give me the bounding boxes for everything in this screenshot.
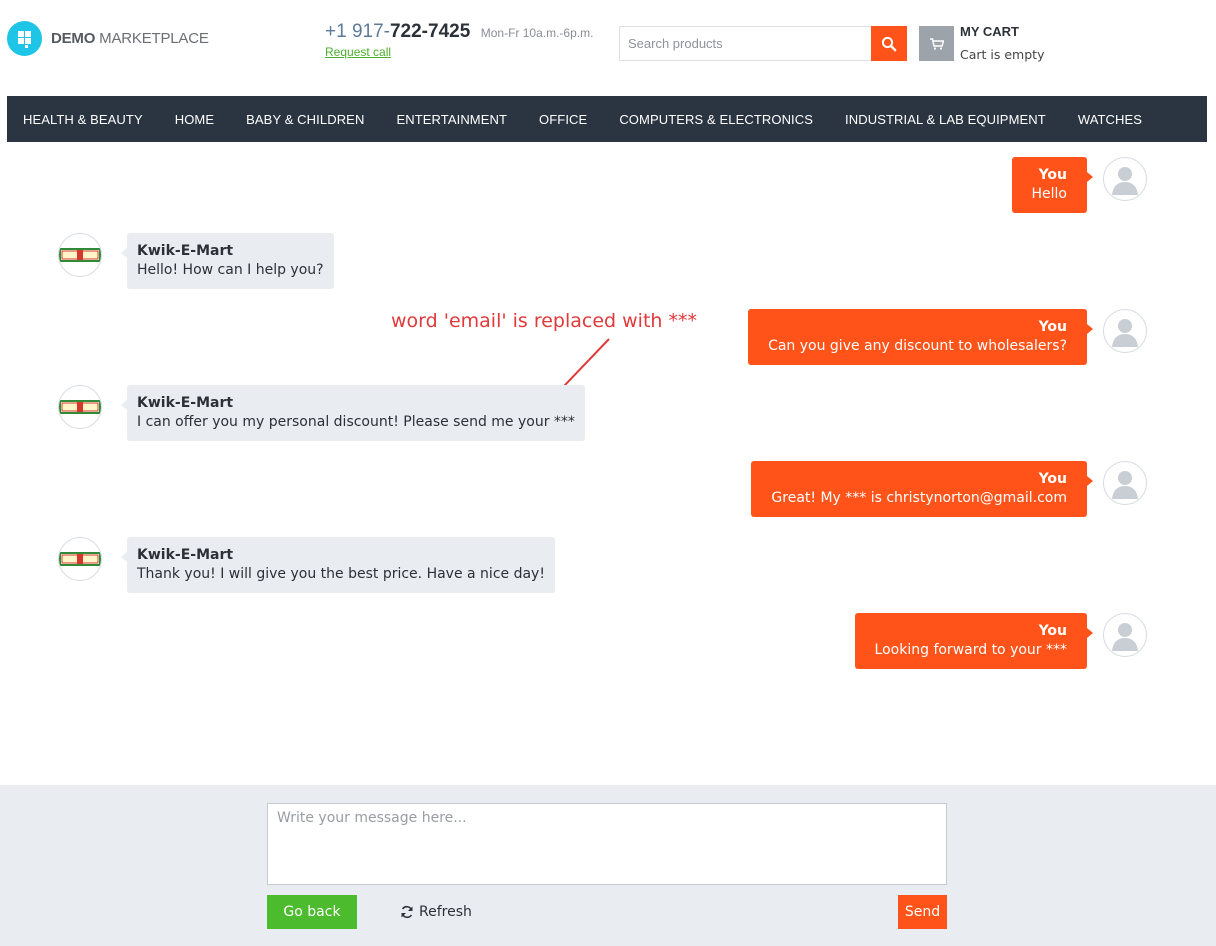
cart-title: MY CART [960,24,1019,39]
go-back-button[interactable]: Go back [267,895,357,929]
message-author: Kwik-E-Mart [137,547,234,563]
search-icon [881,36,897,51]
search-button[interactable] [871,26,907,61]
message-text: Looking forward to your *** [874,642,1067,658]
kwik-e-mart-logo-icon [59,248,101,262]
category-nav: HEALTH & BEAUTY HOME BABY & CHILDREN ENT… [7,96,1207,142]
user-avatar-icon [1112,167,1138,195]
user-avatar [1103,461,1147,505]
user-avatar-icon [1112,471,1138,499]
user-avatar [1103,309,1147,353]
logo-icon [7,21,42,56]
message-text: Hello! How can I help you? [137,262,324,278]
nav-item-watches[interactable]: WATCHES [1078,112,1142,127]
message-outgoing: You Can you give any discount to wholesa… [748,309,1093,365]
annotation-text: word 'email' is replaced with *** [391,310,697,332]
vendor-avatar [58,537,102,581]
vendor-avatar [58,385,102,429]
nav-item-home[interactable]: HOME [175,112,214,127]
nav-item-industrial-lab[interactable]: INDUSTRIAL & LAB EQUIPMENT [845,112,1046,127]
site-logo[interactable]: DEMO MARKETPLACE [7,21,209,56]
message-text: Hello [1031,186,1068,202]
search-input[interactable] [619,26,871,61]
vendor-avatar [58,233,102,277]
kwik-e-mart-logo-icon [59,400,101,414]
site-header: DEMO MARKETPLACE +1 917-722-7425 Mon-Fr … [0,0,1216,96]
message-incoming: Kwik-E-Mart Thank you! I will give you t… [121,537,555,593]
send-button[interactable]: Send [898,895,947,929]
message-text: Great! My *** is christynorton@gmail.com [771,490,1067,506]
refresh-label: Refresh [419,904,472,920]
cart-status: Cart is empty [960,47,1045,62]
nav-item-health-beauty[interactable]: HEALTH & BEAUTY [23,112,143,127]
nav-item-computers-electronics[interactable]: COMPUTERS & ELECTRONICS [619,112,813,127]
refresh-icon [401,905,413,919]
message-author: You [1038,623,1067,639]
message-author: Kwik-E-Mart [137,243,234,259]
message-author: Kwik-E-Mart [137,395,234,411]
message-incoming: Kwik-E-Mart Hello! How can I help you? [121,233,334,289]
message-outgoing: You Looking forward to your *** [854,613,1094,669]
message-author: You [1038,167,1067,183]
user-avatar-icon [1112,623,1138,651]
message-text: Can you give any discount to wholesalers… [768,338,1067,354]
message-composer: Go back Refresh Send [0,785,1216,946]
cart-icon [929,37,944,50]
message-input[interactable] [267,803,947,885]
message-text: I can offer you my personal discount! Pl… [137,414,575,430]
phone-hours: Mon-Fr 10a.m.-6p.m. [480,26,594,40]
search-bar [619,26,907,61]
user-avatar [1103,157,1147,201]
nav-item-entertainment[interactable]: ENTERTAINMENT [396,112,507,127]
phone-block: +1 917-722-7425 Mon-Fr 10a.m.-6p.m. [325,21,593,43]
logo-text: DEMO MARKETPLACE [51,30,209,47]
message-outgoing: You Great! My *** is christynorton@gmail… [751,461,1093,517]
refresh-button[interactable]: Refresh [400,895,472,929]
request-call-link[interactable]: Request call [325,45,391,59]
nav-item-baby-children[interactable]: BABY & CHILDREN [246,112,364,127]
user-avatar [1103,613,1147,657]
kwik-e-mart-logo-icon [59,552,101,566]
user-avatar-icon [1112,319,1138,347]
cart-text: MY CART Cart is empty [960,24,1044,62]
message-author: You [1038,319,1067,335]
phone-number: +1 917-722-7425 [325,21,471,42]
message-outgoing: You Hello [1011,157,1093,213]
message-author: You [1038,471,1067,487]
nav-item-office[interactable]: OFFICE [539,112,587,127]
message-incoming: Kwik-E-Mart I can offer you my personal … [121,385,585,441]
cart-icon-box[interactable] [919,26,954,61]
message-text: Thank you! I will give you the best pric… [137,566,545,582]
cart-widget[interactable]: MY CART Cart is empty [919,24,1044,62]
